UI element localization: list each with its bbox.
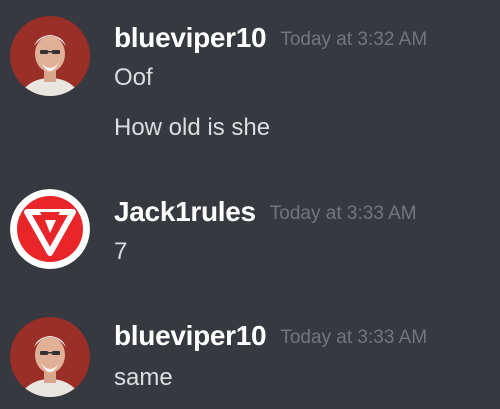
user-avatar[interactable] <box>10 317 90 397</box>
user-avatar[interactable] <box>10 16 90 96</box>
username[interactable]: Jack1rules <box>114 196 256 227</box>
message-group: blueviper10 Today at 3:33 AM same <box>0 300 500 409</box>
user-avatar[interactable] <box>10 189 90 269</box>
message-header: blueviper10 Today at 3:33 AM <box>114 320 427 352</box>
old-man-avatar-icon <box>10 16 90 96</box>
message-text: 7 <box>114 238 128 265</box>
message-text: How old is she <box>114 114 271 141</box>
timestamp: Today at 3:33 AM <box>269 203 417 224</box>
timestamp: Today at 3:32 AM <box>280 29 428 50</box>
message-header: blueviper10 Today at 3:32 AM <box>114 22 427 54</box>
message-group: blueviper10 Today at 3:32 AM Oof How old … <box>0 0 500 170</box>
old-man-avatar-icon <box>10 317 90 397</box>
message-text: same <box>114 364 173 391</box>
red-triangle-logo-avatar-icon <box>10 189 90 269</box>
timestamp: Today at 3:33 AM <box>280 327 428 348</box>
message-header: Jack1rules Today at 3:33 AM <box>114 196 417 228</box>
username[interactable]: blueviper10 <box>114 320 267 351</box>
message-text: Oof <box>114 64 153 91</box>
message-group: Jack1rules Today at 3:33 AM 7 <box>0 170 500 300</box>
username[interactable]: blueviper10 <box>114 22 267 53</box>
